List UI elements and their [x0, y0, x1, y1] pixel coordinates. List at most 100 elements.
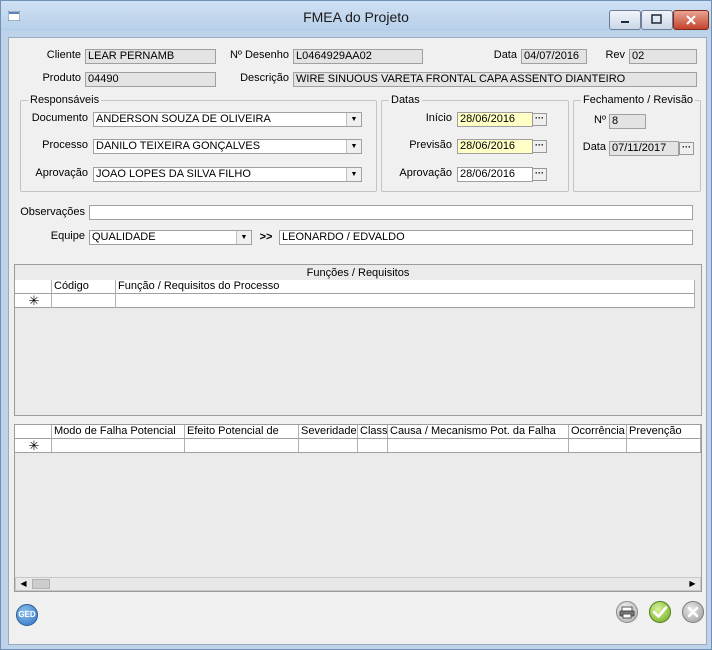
- equipe-separator: >>: [259, 231, 273, 243]
- new-row-icon: ✳: [15, 294, 52, 307]
- fmea-window: FMEA do Projeto Cliente LEAR PERNAMB Nº …: [0, 0, 712, 650]
- new-row-icon: ✳: [15, 439, 52, 452]
- checkmark-icon: [652, 606, 668, 618]
- minimize-button[interactable]: [609, 10, 641, 30]
- equipe-members-field[interactable]: LEONARDO / EDVALDO: [279, 230, 693, 245]
- scroll-right-icon[interactable]: ▶: [685, 578, 700, 590]
- documento-value: ANDERSON SOUZA DE OLIVEIRA: [96, 113, 271, 125]
- descricao-label: Descrição: [240, 72, 289, 84]
- funcoes-panel: Funções / Requisitos Código Função / Req…: [14, 264, 702, 416]
- desenho-label: Nº Desenho: [229, 49, 289, 61]
- falhas-header: Modo de Falha Potencial Efeito Potencial…: [15, 425, 701, 439]
- fechamento-date-picker-button[interactable]: ···: [679, 142, 694, 155]
- cliente-field[interactable]: LEAR PERNAMB: [85, 49, 216, 64]
- chevron-down-icon[interactable]: ▼: [346, 140, 361, 153]
- col-ocorrencia[interactable]: Ocorrência: [569, 425, 627, 438]
- form-client-area: Cliente LEAR PERNAMB Nº Desenho L0464929…: [8, 37, 707, 645]
- col-prevencao[interactable]: Prevenção: [627, 425, 701, 438]
- rev-label: Rev: [605, 49, 625, 61]
- maximize-button[interactable]: [641, 10, 673, 30]
- numero-label: Nº: [594, 114, 606, 126]
- ocorrencia-cell[interactable]: [569, 439, 627, 452]
- inicio-date-picker-button[interactable]: ···: [532, 113, 547, 126]
- datas-group: Datas Início 28/06/2016 ··· Previsão 28/…: [381, 94, 569, 192]
- aprovacao-combo[interactable]: JOAO LOPES DA SILVA FILHO ▼: [93, 167, 362, 182]
- print-button[interactable]: [616, 601, 638, 623]
- data-label: Data: [493, 49, 517, 61]
- severidade-cell[interactable]: [299, 439, 358, 452]
- processo-label: Processo: [42, 139, 88, 151]
- responsaveis-title: Responsáveis: [28, 94, 102, 106]
- chevron-down-icon[interactable]: ▼: [236, 231, 251, 244]
- close-button[interactable]: [673, 10, 709, 30]
- title-bar: FMEA do Projeto: [1, 1, 711, 31]
- col-severidade[interactable]: Severidade: [299, 425, 358, 438]
- fechamento-date-field[interactable]: 07/11/2017: [609, 141, 679, 156]
- previsao-date-picker-button[interactable]: ···: [532, 140, 547, 153]
- col-codigo[interactable]: Código: [52, 280, 116, 293]
- processo-combo[interactable]: DANILO TEIXEIRA GONÇALVES ▼: [93, 139, 362, 154]
- fechamento-data-label: Data: [582, 141, 606, 153]
- funcoes-header: Código Função / Requisitos do Processo: [15, 280, 695, 294]
- maximize-icon: [651, 14, 662, 24]
- equipe-combo[interactable]: QUALIDADE ▼: [89, 230, 252, 245]
- col-efeito[interactable]: Efeito Potencial de: [185, 425, 299, 438]
- col-causa[interactable]: Causa / Mecanismo Pot. da Falha: [388, 425, 569, 438]
- row-selector-header: [15, 280, 52, 293]
- rev-field[interactable]: 02: [629, 49, 697, 64]
- previsao-label: Previsão: [409, 139, 452, 151]
- aprovacao-label: Aprovação: [35, 167, 88, 179]
- fechamento-title: Fechamento / Revisão: [581, 94, 696, 106]
- col-modo-falha[interactable]: Modo de Falha Potencial: [52, 425, 185, 438]
- window-title: FMEA do Projeto: [303, 9, 409, 25]
- numero-field[interactable]: 8: [609, 114, 646, 129]
- data-field[interactable]: 04/07/2016: [521, 49, 587, 64]
- previsao-date-field[interactable]: 28/06/2016: [457, 139, 533, 154]
- causa-cell[interactable]: [388, 439, 569, 452]
- inicio-date-field[interactable]: 28/06/2016: [457, 112, 533, 127]
- confirm-button[interactable]: [649, 601, 671, 623]
- falhas-new-row[interactable]: ✳: [15, 439, 701, 453]
- prevencao-cell[interactable]: [627, 439, 701, 452]
- equipe-value: QUALIDADE: [92, 231, 156, 243]
- processo-value: DANILO TEIXEIRA GONÇALVES: [96, 140, 261, 152]
- produto-field[interactable]: 04490: [85, 72, 216, 87]
- codigo-cell[interactable]: [52, 294, 116, 307]
- efeito-cell[interactable]: [185, 439, 299, 452]
- cancel-x-icon: [687, 606, 699, 618]
- aprovacao-date-picker-button[interactable]: ···: [532, 168, 547, 181]
- ged-icon: GED: [18, 610, 36, 619]
- chevron-down-icon[interactable]: ▼: [346, 168, 361, 181]
- aprovacao-value: JOAO LOPES DA SILVA FILHO: [96, 168, 251, 180]
- close-icon: [686, 15, 696, 25]
- documento-combo[interactable]: ANDERSON SOUZA DE OLIVEIRA ▼: [93, 112, 362, 127]
- funcao-cell[interactable]: [116, 294, 695, 307]
- ged-button[interactable]: GED: [16, 604, 38, 626]
- datas-title: Datas: [389, 94, 422, 106]
- modo-falha-cell[interactable]: [52, 439, 185, 452]
- aprovacao-date-field[interactable]: 28/06/2016: [457, 167, 533, 182]
- descricao-field[interactable]: WIRE SINUOUS VARETA FRONTAL CAPA ASSENTO…: [293, 72, 697, 87]
- responsaveis-group: Responsáveis Documento ANDERSON SOUZA DE…: [20, 94, 377, 192]
- class-cell[interactable]: [358, 439, 388, 452]
- funcoes-new-row[interactable]: ✳: [15, 294, 695, 308]
- printer-icon: [619, 606, 635, 619]
- row-selector-header: [15, 425, 52, 438]
- observacoes-label: Observações: [20, 206, 85, 218]
- falhas-panel: Modo de Falha Potencial Efeito Potencial…: [14, 424, 702, 592]
- equipe-label: Equipe: [50, 230, 85, 242]
- datas-aprovacao-label: Aprovação: [399, 167, 452, 179]
- desenho-field[interactable]: L0464929AA02: [293, 49, 423, 64]
- cancel-button[interactable]: [682, 601, 704, 623]
- falhas-horizontal-scrollbar[interactable]: ◀ ▶: [15, 577, 701, 591]
- col-funcao[interactable]: Função / Requisitos do Processo: [116, 280, 695, 293]
- chevron-down-icon[interactable]: ▼: [346, 113, 361, 126]
- inicio-label: Início: [425, 112, 452, 124]
- scroll-left-icon[interactable]: ◀: [16, 578, 31, 590]
- fechamento-group: Fechamento / Revisão Nº 8 Data 07/11/201…: [573, 94, 701, 192]
- funcoes-title: Funções / Requisitos: [306, 267, 410, 279]
- col-class[interactable]: Class: [358, 425, 388, 438]
- observacoes-field[interactable]: [89, 205, 693, 220]
- scrollbar-thumb[interactable]: [32, 579, 50, 589]
- documento-label: Documento: [31, 112, 88, 124]
